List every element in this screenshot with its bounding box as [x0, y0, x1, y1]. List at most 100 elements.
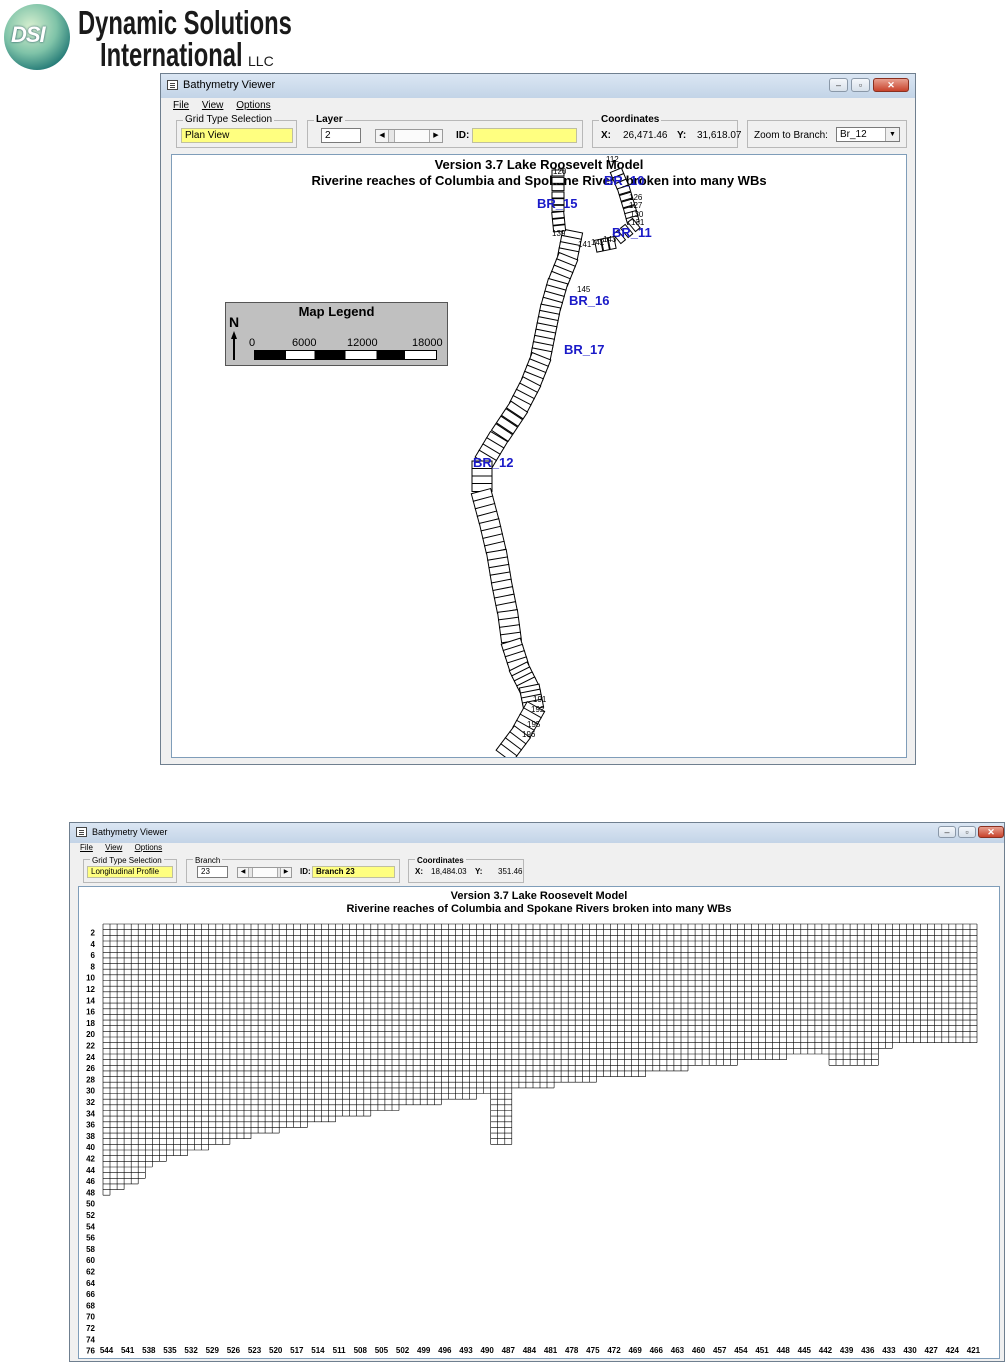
scroll-right-icon[interactable]: ▶: [280, 868, 291, 877]
y-tick-label: 56: [86, 1234, 95, 1243]
y-tick-label: 6: [91, 951, 96, 960]
scroll-thumb[interactable]: [394, 130, 432, 142]
y-tick-label: 10: [86, 974, 95, 983]
y-tick-label: 22: [86, 1041, 95, 1050]
menu-file[interactable]: File: [173, 100, 189, 111]
segment-label: 112: [606, 155, 619, 164]
x-tick-label: 520: [269, 1346, 283, 1355]
y-tick-label: 30: [86, 1087, 95, 1096]
scroll-left-icon[interactable]: ◀: [238, 868, 249, 877]
y-tick-label: 14: [86, 996, 95, 1005]
y-label: Y:: [475, 867, 483, 876]
y-tick-label: 42: [86, 1154, 95, 1163]
x-tick-label: 430: [903, 1346, 917, 1355]
x-tick-label: 457: [713, 1346, 727, 1355]
layer-group: Layer 2 ◀ ▶ ID:: [307, 114, 583, 148]
y-tick-label: 18: [86, 1019, 95, 1028]
x-tick-label: 448: [776, 1346, 790, 1355]
id-field[interactable]: [472, 128, 577, 143]
y-tick-label: 38: [86, 1132, 95, 1141]
y-tick-label: 48: [86, 1188, 95, 1197]
grid-type-field[interactable]: Longitudinal Profile: [87, 866, 173, 878]
app-icon: [76, 827, 87, 837]
x-tick-label: 535: [163, 1346, 177, 1355]
y-tick-label: 70: [86, 1313, 95, 1322]
scroll-thumb[interactable]: [252, 868, 278, 877]
x-tick-label: 517: [290, 1346, 304, 1355]
x-tick-label: 529: [206, 1346, 220, 1355]
branch-scrollbar[interactable]: ◀ ▶: [237, 867, 292, 878]
chevron-down-icon[interactable]: ▼: [885, 128, 899, 141]
y-tick-label: 52: [86, 1211, 95, 1220]
branch-label-br15: BR_15: [537, 196, 578, 211]
x-tick-label: 451: [755, 1346, 769, 1355]
scroll-left-icon[interactable]: ◀: [376, 130, 389, 142]
x-tick-label: 436: [861, 1346, 875, 1355]
segment-label: 127: [629, 201, 643, 210]
menu-file[interactable]: File: [80, 843, 93, 852]
grid-type-field[interactable]: Plan View: [181, 128, 293, 143]
maximize-button[interactable]: ▫: [958, 826, 976, 838]
x-tick-label: 481: [544, 1346, 558, 1355]
x-tick-label: 496: [438, 1346, 452, 1355]
menu-view[interactable]: View: [202, 100, 224, 111]
window-title: Bathymetry Viewer: [92, 827, 168, 837]
segment-label: 120: [553, 167, 567, 176]
y-value: 351.46: [498, 867, 523, 876]
id-label: ID:: [456, 130, 470, 141]
x-tick-label: 466: [650, 1346, 664, 1355]
branch-input[interactable]: 23: [197, 866, 228, 878]
zoom-branch-select[interactable]: Br_12 ▼: [836, 127, 900, 142]
branch-label-br12: BR_12: [473, 455, 514, 470]
y-tick-label: 2: [91, 928, 96, 937]
x-tick-label: 478: [565, 1346, 579, 1355]
x-tick-label: 523: [248, 1346, 262, 1355]
x-tick-label: 490: [480, 1346, 494, 1355]
x-tick-label: 514: [311, 1346, 325, 1355]
river-cell: [551, 184, 565, 192]
y-value: 31,618.07: [697, 130, 742, 141]
x-value: 26,471.46: [623, 130, 668, 141]
minimize-button[interactable]: –: [938, 826, 956, 838]
y-tick-label: 54: [86, 1222, 95, 1231]
logo-mark: DSI: [11, 22, 46, 47]
plan-view-canvas[interactable]: Version 3.7 Lake Roosevelt Model Riverin…: [171, 154, 907, 758]
close-button[interactable]: ✕: [873, 78, 909, 92]
app-icon: [167, 80, 178, 90]
branch-label-br17: BR_17: [564, 342, 605, 357]
y-tick-label: 74: [86, 1335, 95, 1344]
bathymetry-viewer-window-plan: Bathymetry Viewer – ▫ ✕ File View Option…: [160, 73, 916, 765]
y-tick-label: 50: [86, 1200, 95, 1209]
maximize-button[interactable]: ▫: [851, 78, 870, 92]
title-bar: Bathymetry Viewer – ▫ ✕: [70, 823, 1004, 843]
coordinates-group: Coordinates X: 18,484.03 Y: 351.46: [408, 856, 524, 883]
y-tick-label: 76: [86, 1347, 95, 1356]
scroll-right-icon[interactable]: ▶: [429, 130, 442, 142]
id-label: ID:: [300, 867, 311, 876]
id-field[interactable]: Branch 23: [312, 866, 395, 878]
profile-cells: [102, 923, 978, 1196]
minimize-button[interactable]: –: [829, 78, 848, 92]
x-tick-label: 460: [692, 1346, 706, 1355]
menu-options[interactable]: Options: [135, 843, 163, 852]
dsi-logo: DSI Dynamic Solutions International LLC: [4, 4, 294, 74]
close-button[interactable]: ✕: [978, 826, 1004, 838]
y-tick-label: 40: [86, 1143, 95, 1152]
x-tick-label: 442: [819, 1346, 833, 1355]
x-tick-label: 487: [502, 1346, 516, 1355]
layer-input[interactable]: 2: [321, 128, 361, 143]
x-tick-label: 439: [840, 1346, 854, 1355]
menu-options[interactable]: Options: [236, 100, 270, 111]
x-tick-label: 538: [142, 1346, 156, 1355]
x-tick-label: 433: [882, 1346, 896, 1355]
y-tick-label: 34: [86, 1109, 95, 1118]
menu-view[interactable]: View: [105, 843, 122, 852]
y-tick-label: 4: [91, 940, 96, 949]
y-tick-label: 64: [86, 1279, 95, 1288]
grid-type-label: Grid Type Selection: [183, 114, 275, 125]
y-tick-label: 46: [86, 1177, 95, 1186]
profile-canvas[interactable]: Version 3.7 Lake Roosevelt Model Riverin…: [78, 886, 1000, 1359]
layer-scrollbar[interactable]: ◀ ▶: [375, 129, 443, 143]
grid-type-group: Grid Type Selection Longitudinal Profile: [83, 856, 177, 883]
x-tick-label: 502: [396, 1346, 410, 1355]
